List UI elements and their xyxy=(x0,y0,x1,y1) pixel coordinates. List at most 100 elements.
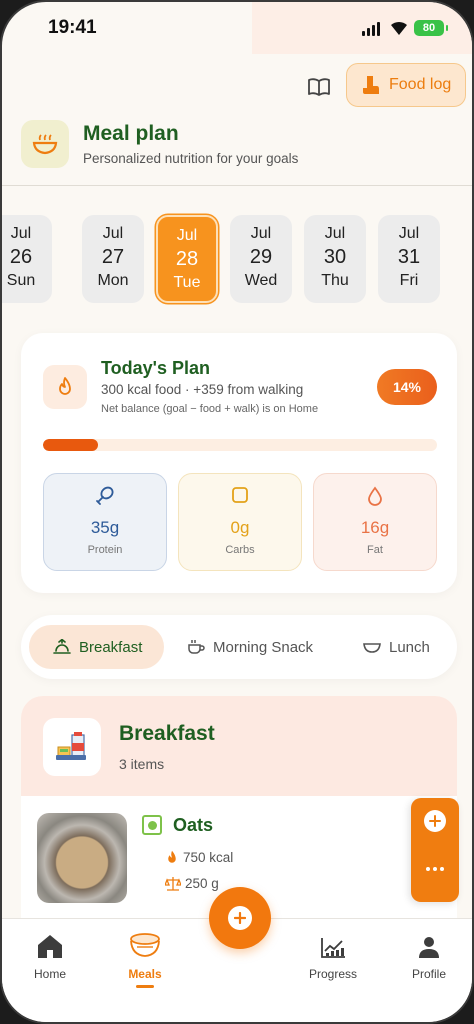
bowl-icon xyxy=(21,120,69,168)
date-month: Jul xyxy=(398,225,420,242)
nav-label: Progress xyxy=(308,967,358,981)
person-icon xyxy=(394,929,464,959)
food-weight: 250 g xyxy=(164,876,219,891)
nav-meals[interactable]: Meals xyxy=(110,929,180,988)
date-day: 30 xyxy=(323,246,347,268)
page-subtitle: Personalized nutrition for your goals xyxy=(83,151,299,166)
meal-tab-bar: Breakfast Morning Snack Lunch xyxy=(21,615,457,679)
coffee-cup-icon xyxy=(188,640,205,654)
meal-header: Breakfast 3 items xyxy=(21,696,457,796)
progress-bar-fill xyxy=(43,439,99,451)
food-log-label: Food log xyxy=(389,76,452,93)
home-icon xyxy=(15,929,85,959)
flame-icon xyxy=(168,850,176,863)
food-calories-value: 750 kcal xyxy=(183,850,234,865)
date-pill-selected[interactable]: Jul 28 Tue xyxy=(156,215,218,303)
date-pill[interactable]: Jul 26 Sun xyxy=(2,215,52,303)
date-day: 31 xyxy=(397,246,421,268)
date-month: Jul xyxy=(176,227,198,244)
meal-title: Breakfast xyxy=(119,722,215,745)
date-weekday: Sun xyxy=(6,272,36,289)
more-dots-icon xyxy=(426,867,430,871)
progress-percent-badge: 14% xyxy=(377,369,437,405)
fat-value: 16g xyxy=(360,518,390,537)
header-divider xyxy=(2,185,472,186)
active-indicator xyxy=(136,985,154,988)
nav-label: Profile xyxy=(411,967,446,981)
food-actions-panel xyxy=(411,798,459,902)
tab-breakfast[interactable]: Breakfast xyxy=(29,625,165,669)
sunrise-icon xyxy=(53,639,71,654)
tab-label: Breakfast xyxy=(79,638,143,656)
date-weekday: Mon xyxy=(97,272,129,289)
nav-progress[interactable]: Progress xyxy=(298,929,368,981)
tab-label: Morning Snack xyxy=(213,638,314,656)
guide-book-button[interactable] xyxy=(302,70,336,104)
date-pill[interactable]: Jul 31 Fri xyxy=(378,215,440,303)
page-header: Meal plan Personalized nutrition for you… xyxy=(21,118,457,172)
flame-icon xyxy=(43,365,87,409)
food-name: Oats xyxy=(173,815,214,835)
carbs-label: Carbs xyxy=(225,544,255,556)
tab-label: Lunch xyxy=(389,638,430,656)
date-month: Jul xyxy=(250,225,272,242)
nav-label: Meals xyxy=(128,967,162,981)
nav-label: Home xyxy=(33,967,66,981)
date-day: 27 xyxy=(101,246,125,268)
status-bar: 19:41 80 xyxy=(2,2,472,58)
add-meal-fab[interactable] xyxy=(209,887,271,949)
date-weekday: Thu xyxy=(321,272,349,289)
food-weight-value: 250 g xyxy=(185,876,219,891)
wifi-icon xyxy=(390,20,408,36)
date-pill[interactable]: Jul 30 Thu xyxy=(304,215,366,303)
meal-item-count: 3 items xyxy=(119,756,165,772)
date-pill[interactable]: Jul 29 Wed xyxy=(230,215,292,303)
signal-icon xyxy=(362,22,382,36)
date-weekday: Wed xyxy=(244,272,278,289)
oats-photo xyxy=(37,813,127,903)
plus-icon xyxy=(228,906,252,930)
plan-title: Today's Plan xyxy=(101,358,210,378)
date-strip: Jul 26 Sun Jul 27 Mon Jul 28 Tue Jul 29 … xyxy=(2,215,472,305)
status-time: 19:41 xyxy=(48,17,97,38)
bowl-icon xyxy=(363,643,381,653)
date-weekday: Fri xyxy=(399,272,419,289)
plan-note: Net balance (goal − food + walk) is on H… xyxy=(101,403,319,415)
breakfast-food-icon xyxy=(43,718,101,776)
nav-home[interactable]: Home xyxy=(15,929,85,981)
tab-morning-snack[interactable]: Morning Snack xyxy=(187,625,313,669)
plan-summary: 300 kcal food · +359 from walking xyxy=(101,382,304,397)
drumstick-icon xyxy=(44,486,166,508)
food-log-button[interactable]: Food log xyxy=(346,63,466,107)
book-open-icon xyxy=(308,78,330,96)
date-day: 29 xyxy=(249,246,273,268)
add-food-button[interactable] xyxy=(424,810,446,832)
date-month: Jul xyxy=(102,225,124,242)
scale-icon xyxy=(164,877,182,891)
protein-label: Protein xyxy=(87,544,123,556)
veg-indicator-icon xyxy=(142,815,162,835)
bread-icon xyxy=(179,486,301,508)
protein-value: 35g xyxy=(90,518,120,537)
progress-bar xyxy=(43,439,437,451)
todays-plan-card: Today's Plan 300 kcal food · +359 from w… xyxy=(21,333,457,593)
date-pill[interactable]: Jul 27 Mon xyxy=(82,215,144,303)
fat-card: 16g Fat xyxy=(313,473,437,571)
page-title: Meal plan xyxy=(83,122,179,145)
date-month: Jul xyxy=(324,225,346,242)
tab-lunch[interactable]: Lunch xyxy=(363,625,430,669)
battery-icon: 80 xyxy=(414,20,448,36)
boot-icon xyxy=(363,76,379,94)
food-calories: 750 kcal xyxy=(165,850,233,865)
date-month: Jul xyxy=(10,225,32,242)
fat-label: Fat xyxy=(367,544,383,556)
date-weekday: Tue xyxy=(173,274,201,291)
carbs-value: 0g xyxy=(230,518,250,537)
date-day: 28 xyxy=(175,248,199,270)
protein-card: 35g Protein xyxy=(43,473,167,571)
nav-profile[interactable]: Profile xyxy=(394,929,464,981)
chart-icon xyxy=(298,929,368,959)
more-options-button[interactable] xyxy=(419,858,451,880)
droplet-icon xyxy=(314,486,436,508)
meals-bowl-icon xyxy=(110,929,180,959)
